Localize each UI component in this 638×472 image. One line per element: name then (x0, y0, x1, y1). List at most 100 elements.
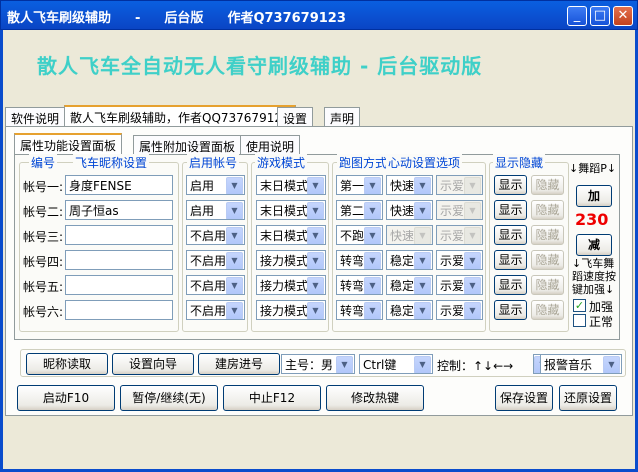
chevron-down-icon: ▼ (226, 302, 243, 319)
show-button[interactable]: 显示 (494, 200, 527, 220)
show-button[interactable]: 显示 (494, 175, 527, 195)
header-number: 编号 (29, 154, 58, 171)
love-select[interactable]: 示爱 ▼ (436, 225, 483, 245)
show-button[interactable]: 显示 (494, 300, 527, 320)
speed-select[interactable]: 快速 ▼ (386, 225, 433, 245)
mode-select[interactable]: 末日模式 ▼ (256, 175, 326, 195)
speed-select-value: 稳定 (390, 304, 415, 318)
nickname-input[interactable] (65, 275, 173, 295)
attribute-panel: 编号 飞车昵称设置 启用帐号 游戏模式 跑图方式 心动设置选项 显示隐藏 ↓舞蹈… (14, 154, 620, 340)
enable-select[interactable]: 启用 ▼ (186, 175, 245, 195)
build-room-button[interactable]: 建房进号 (198, 353, 280, 375)
strong-checkbox[interactable]: ✓ 加强 (573, 298, 623, 314)
tab-statement[interactable]: 声明 (324, 107, 361, 127)
mode-select[interactable]: 接力模式 ▼ (256, 275, 326, 295)
nickname-input[interactable] (65, 225, 173, 245)
enable-select[interactable]: 不启用 ▼ (186, 225, 245, 245)
tab-software-info[interactable]: 软件说明 (5, 107, 66, 127)
love-select[interactable]: 示爱 ▼ (436, 275, 483, 295)
love-select[interactable]: 示爱 ▼ (436, 250, 483, 270)
setup-wizard-button[interactable]: 设置向导 (112, 353, 194, 375)
read-nickname-button[interactable]: 昵称读取 (26, 353, 108, 375)
enable-select[interactable]: 不启用 ▼ (186, 300, 245, 320)
run-select[interactable]: 第一 ▼ (336, 175, 383, 195)
mode-select[interactable]: 末日模式 ▼ (256, 225, 326, 245)
hide-button[interactable]: 隐藏 (531, 275, 564, 295)
close-button[interactable]: ✕ (613, 6, 633, 26)
chevron-down-icon: ▼ (307, 302, 324, 319)
speed-select-value: 快速 (390, 179, 415, 193)
speed-select[interactable]: 稳定 ▼ (386, 275, 433, 295)
speed-value: 230 (575, 210, 609, 229)
tab-attribute-panel[interactable]: 属性功能设置面板 (14, 133, 123, 155)
dance-speed-note: ↓飞车舞蹈速度按键加强↓ (572, 257, 616, 296)
mode-select[interactable]: 接力模式 ▼ (256, 300, 326, 320)
tab-usage[interactable]: 使用说明 (240, 135, 301, 155)
speed-select[interactable]: 稳定 ▼ (386, 300, 433, 320)
title-bar[interactable]: 散人飞车刷级辅助 - 后台版 作者Q737679123 _ □ ✕ (0, 0, 638, 30)
stop-button[interactable]: 中止F12 (223, 385, 321, 411)
ctrl-key-select[interactable]: Ctrl键 ▼ (359, 354, 433, 374)
restore-settings-button[interactable]: 还原设置 (559, 385, 617, 411)
show-button[interactable]: 显示 (494, 275, 527, 295)
speed-select[interactable]: 快速 ▼ (386, 200, 433, 220)
enable-select[interactable]: 不启用 ▼ (186, 275, 245, 295)
chevron-down-icon: ▼ (414, 177, 431, 194)
maximize-button[interactable]: □ (590, 6, 610, 26)
pause-resume-button[interactable]: 暂停/继续(无) (120, 385, 218, 411)
mode-select-value: 接力模式 (260, 254, 309, 268)
normal-checkbox-box[interactable] (573, 314, 586, 327)
minimize-button[interactable]: _ (567, 6, 587, 26)
speed-select[interactable]: 稳定 ▼ (386, 250, 433, 270)
enable-select[interactable]: 启用 ▼ (186, 200, 245, 220)
show-button[interactable]: 显示 (494, 250, 527, 270)
run-select-value: 转弯 (340, 254, 365, 268)
hide-button[interactable]: 隐藏 (531, 300, 564, 320)
ctrl-key-select-value: Ctrl键 (363, 358, 397, 372)
chevron-down-icon: ▼ (414, 277, 431, 294)
run-select[interactable]: 转弯 ▼ (336, 275, 383, 295)
modify-hotkey-button[interactable]: 修改热键 (326, 385, 424, 411)
mode-select[interactable]: 接力模式 ▼ (256, 250, 326, 270)
hide-button[interactable]: 隐藏 (531, 225, 564, 245)
mode-select-value: 接力模式 (260, 304, 309, 318)
tab-main-assistant[interactable]: 散人飞车刷级辅助，作者QQ737679123 (64, 105, 296, 127)
enable-select[interactable]: 不启用 ▼ (186, 250, 245, 270)
run-select[interactable]: 转弯 ▼ (336, 300, 383, 320)
enable-select-value: 不启用 (190, 279, 227, 293)
normal-checkbox[interactable]: 正常 (573, 313, 623, 329)
run-select[interactable]: 转弯 ▼ (336, 250, 383, 270)
header-heart: 心动设置选项 (386, 154, 463, 171)
save-settings-button[interactable]: 保存设置 (495, 385, 553, 411)
speed-select[interactable]: 快速 ▼ (386, 175, 433, 195)
header-enable: 启用帐号 (187, 154, 240, 171)
nickname-input[interactable] (65, 250, 173, 270)
love-select-value: 示爱 (440, 229, 465, 243)
show-button[interactable]: 显示 (494, 225, 527, 245)
alarm-music-select[interactable]: 报警音乐 ▼ (540, 354, 622, 374)
nickname-input[interactable]: 身度FENSE (65, 175, 173, 195)
nickname-input[interactable]: 周子恒as (65, 200, 173, 220)
add-button[interactable]: 加 (576, 185, 612, 207)
run-select[interactable]: 不跑 ▼ (336, 225, 383, 245)
tab-settings[interactable]: 设置 (277, 107, 314, 127)
love-select[interactable]: 示爱 ▼ (436, 200, 483, 220)
title-app-name: 散人飞车刷级辅助 (7, 11, 112, 26)
chevron-down-icon: ▼ (307, 227, 324, 244)
chevron-down-icon: ▼ (414, 302, 431, 319)
hide-button[interactable]: 隐藏 (531, 250, 564, 270)
title-author: 作者Q737679123 (227, 11, 346, 26)
love-select[interactable]: 示爱 ▼ (436, 300, 483, 320)
chevron-down-icon: ▼ (336, 356, 353, 373)
host-select[interactable]: 主号：男 ▼ (281, 354, 355, 374)
love-select[interactable]: 示爱 ▼ (436, 175, 483, 195)
start-button[interactable]: 启动F10 (17, 385, 115, 411)
mode-select[interactable]: 末日模式 ▼ (256, 200, 326, 220)
tab-extra-panel[interactable]: 属性附加设置面板 (133, 135, 242, 155)
hide-button[interactable]: 隐藏 (531, 175, 564, 195)
hide-button[interactable]: 隐藏 (531, 200, 564, 220)
nickname-input[interactable] (65, 300, 173, 320)
strong-checkbox-box[interactable]: ✓ (573, 299, 586, 312)
run-select[interactable]: 第二 ▼ (336, 200, 383, 220)
subtract-button[interactable]: 减 (576, 234, 612, 256)
